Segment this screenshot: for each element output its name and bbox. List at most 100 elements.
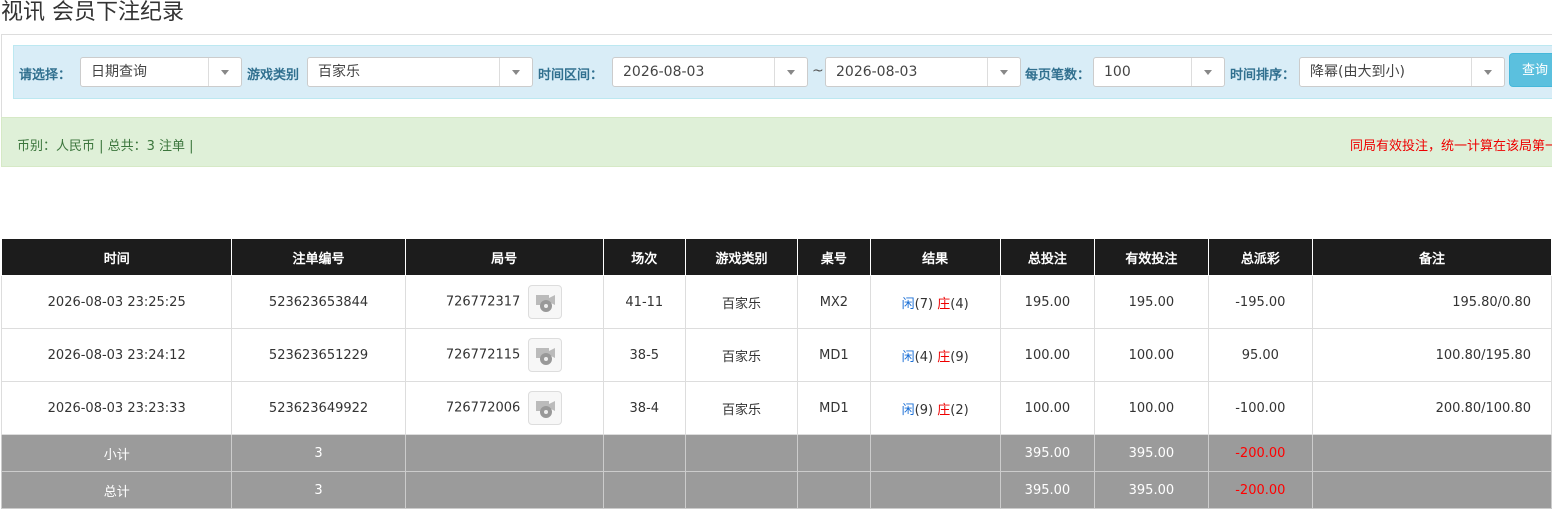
cell-session: 38-5 — [602, 328, 687, 382]
cell-valid-bet: 100.00 — [1094, 381, 1209, 435]
table-row: 2026-08-03 23:25:25 523623653844 7267723… — [0, 275, 1552, 329]
cell-round-no: 726772317 — [404, 275, 604, 329]
chevron-down-icon[interactable] — [499, 58, 532, 86]
date-from-value: 2026-08-03 — [623, 64, 705, 80]
subtotal-payout: -200.00 — [1207, 434, 1314, 472]
cell-order-no: 523623649922 — [231, 381, 406, 435]
table-row: 2026-08-03 23:24:12 523623651229 7267721… — [0, 328, 1552, 382]
header-total-bet: 总投注 — [999, 238, 1096, 276]
cell-note: 100.80/195.80 — [1312, 328, 1552, 382]
video-replay-icon[interactable] — [528, 338, 563, 372]
result-banker: 庄 — [937, 349, 951, 365]
cell-result: 闲(7) 庄(4) — [869, 275, 1001, 329]
total-valid-bet: 395.00 — [1094, 471, 1209, 509]
cell-time: 2026-08-03 23:24:12 — [0, 328, 233, 382]
header-table-no: 桌号 — [797, 238, 871, 276]
game-type-value: 百家乐 — [318, 64, 360, 80]
total-bet: 395.00 — [999, 471, 1096, 509]
query-type-value: 日期查询 — [91, 64, 147, 80]
chevron-down-icon[interactable] — [1471, 58, 1504, 86]
cell-session: 41-11 — [602, 275, 687, 329]
chevron-down-icon[interactable] — [1191, 58, 1224, 86]
range-separator: ~ — [812, 63, 824, 79]
bet-records-table: 时间 注单编号 局号 场次 游戏类别 桌号 结果 总投注 有效投注 总派彩 备注… — [0, 238, 1552, 509]
result-banker-points: (2) — [950, 402, 969, 418]
header-valid-bet: 有效投注 — [1094, 238, 1209, 276]
cell-order-no: 523623651229 — [231, 328, 406, 382]
total-row: 总计 3 395.00 395.00 -200.00 — [0, 471, 1552, 509]
result-banker: 庄 — [937, 402, 951, 418]
game-type-label: 游戏类别 — [247, 68, 300, 83]
sort-select[interactable]: 降幂(由大到小) — [1299, 57, 1505, 87]
total-payout: -200.00 — [1207, 471, 1314, 509]
header-total-payout: 总派彩 — [1207, 238, 1314, 276]
video-replay-icon[interactable] — [528, 391, 563, 425]
total-label: 总计 — [0, 471, 233, 509]
date-to-select[interactable]: 2026-08-03 — [825, 57, 1021, 87]
subtotal-row: 小计 3 395.00 395.00 -200.00 — [0, 434, 1552, 472]
table-row: 2026-08-03 23:23:33 523623649922 7267720… — [0, 381, 1552, 435]
filter-bar: 请选择： 日期查询 游戏类别 百家乐 时间区间： 2026-08-03 ~ 20… — [13, 45, 1552, 99]
subtotal-label: 小计 — [0, 434, 233, 472]
round-no: 726772317 — [445, 294, 521, 310]
date-from-select[interactable]: 2026-08-03 — [612, 57, 808, 87]
chevron-down-icon[interactable] — [208, 58, 241, 86]
date-to-value: 2026-08-03 — [836, 64, 918, 80]
cell-table-no: MX2 — [797, 275, 871, 329]
cell-round-no: 726772006 — [404, 381, 604, 435]
query-button[interactable]: 查询 — [1509, 53, 1552, 87]
select-label: 请选择： — [19, 68, 72, 83]
cell-table-no: MD1 — [797, 381, 871, 435]
cell-total-payout: -195.00 — [1207, 275, 1314, 329]
cell-game-type: 百家乐 — [685, 328, 799, 382]
cell-time: 2026-08-03 23:23:33 — [0, 381, 233, 435]
subtotal-count: 3 — [231, 434, 406, 472]
video-replay-icon[interactable] — [528, 285, 563, 319]
cell-session: 38-4 — [602, 381, 687, 435]
result-banker-points: (4) — [950, 296, 969, 312]
game-type-select[interactable]: 百家乐 — [307, 57, 533, 87]
header-note: 备注 — [1312, 238, 1552, 276]
cell-game-type: 百家乐 — [685, 275, 799, 329]
cell-round-no: 726772115 — [404, 328, 604, 382]
result-player: 闲 — [901, 349, 915, 365]
cell-total-bet: 195.00 — [999, 275, 1096, 329]
chevron-down-icon[interactable] — [774, 58, 807, 86]
header-session: 场次 — [602, 238, 687, 276]
page-title: 视讯 会员下注纪录 — [1, 0, 184, 25]
result-player-points: (4) — [914, 349, 934, 365]
chevron-down-icon[interactable] — [987, 58, 1020, 86]
result-player-points: (7) — [914, 296, 934, 312]
subtotal-bet: 395.00 — [999, 434, 1096, 472]
cell-order-no: 523623653844 — [231, 275, 406, 329]
cell-valid-bet: 195.00 — [1094, 275, 1209, 329]
result-player: 闲 — [901, 296, 915, 312]
per-page-label: 每页笔数： — [1025, 68, 1091, 83]
sort-value: 降幂(由大到小) — [1310, 64, 1405, 80]
cell-note: 200.80/100.80 — [1312, 381, 1552, 435]
cell-valid-bet: 100.00 — [1094, 328, 1209, 382]
result-banker: 庄 — [937, 296, 951, 312]
cell-time: 2026-08-03 23:25:25 — [0, 275, 233, 329]
cell-game-type: 百家乐 — [685, 381, 799, 435]
valid-bet-notice: 同局有效投注，统一计算在该局第一笔注单 — [1350, 139, 1552, 154]
sort-label: 时间排序： — [1230, 68, 1296, 83]
per-page-select[interactable]: 100 — [1093, 57, 1225, 87]
result-player-points: (9) — [914, 402, 934, 418]
header-result: 结果 — [869, 238, 1001, 276]
currency-summary: 币别：人民币 | 总共：3 注单 | — [17, 139, 194, 154]
cell-result: 闲(9) 庄(2) — [869, 381, 1001, 435]
per-page-value: 100 — [1104, 64, 1131, 80]
cell-total-bet: 100.00 — [999, 381, 1096, 435]
result-player: 闲 — [901, 402, 915, 418]
header-order-no: 注单编号 — [231, 238, 406, 276]
query-type-select[interactable]: 日期查询 — [80, 57, 242, 87]
cell-result: 闲(4) 庄(9) — [869, 328, 1001, 382]
time-range-label: 时间区间： — [538, 68, 604, 83]
result-banker-points: (9) — [950, 349, 969, 365]
filter-panel: 请选择： 日期查询 游戏类别 百家乐 时间区间： 2026-08-03 ~ 20… — [1, 34, 1552, 120]
cell-total-bet: 100.00 — [999, 328, 1096, 382]
total-count: 3 — [231, 471, 406, 509]
cell-note: 195.80/0.80 — [1312, 275, 1552, 329]
header-game-type: 游戏类别 — [685, 238, 799, 276]
